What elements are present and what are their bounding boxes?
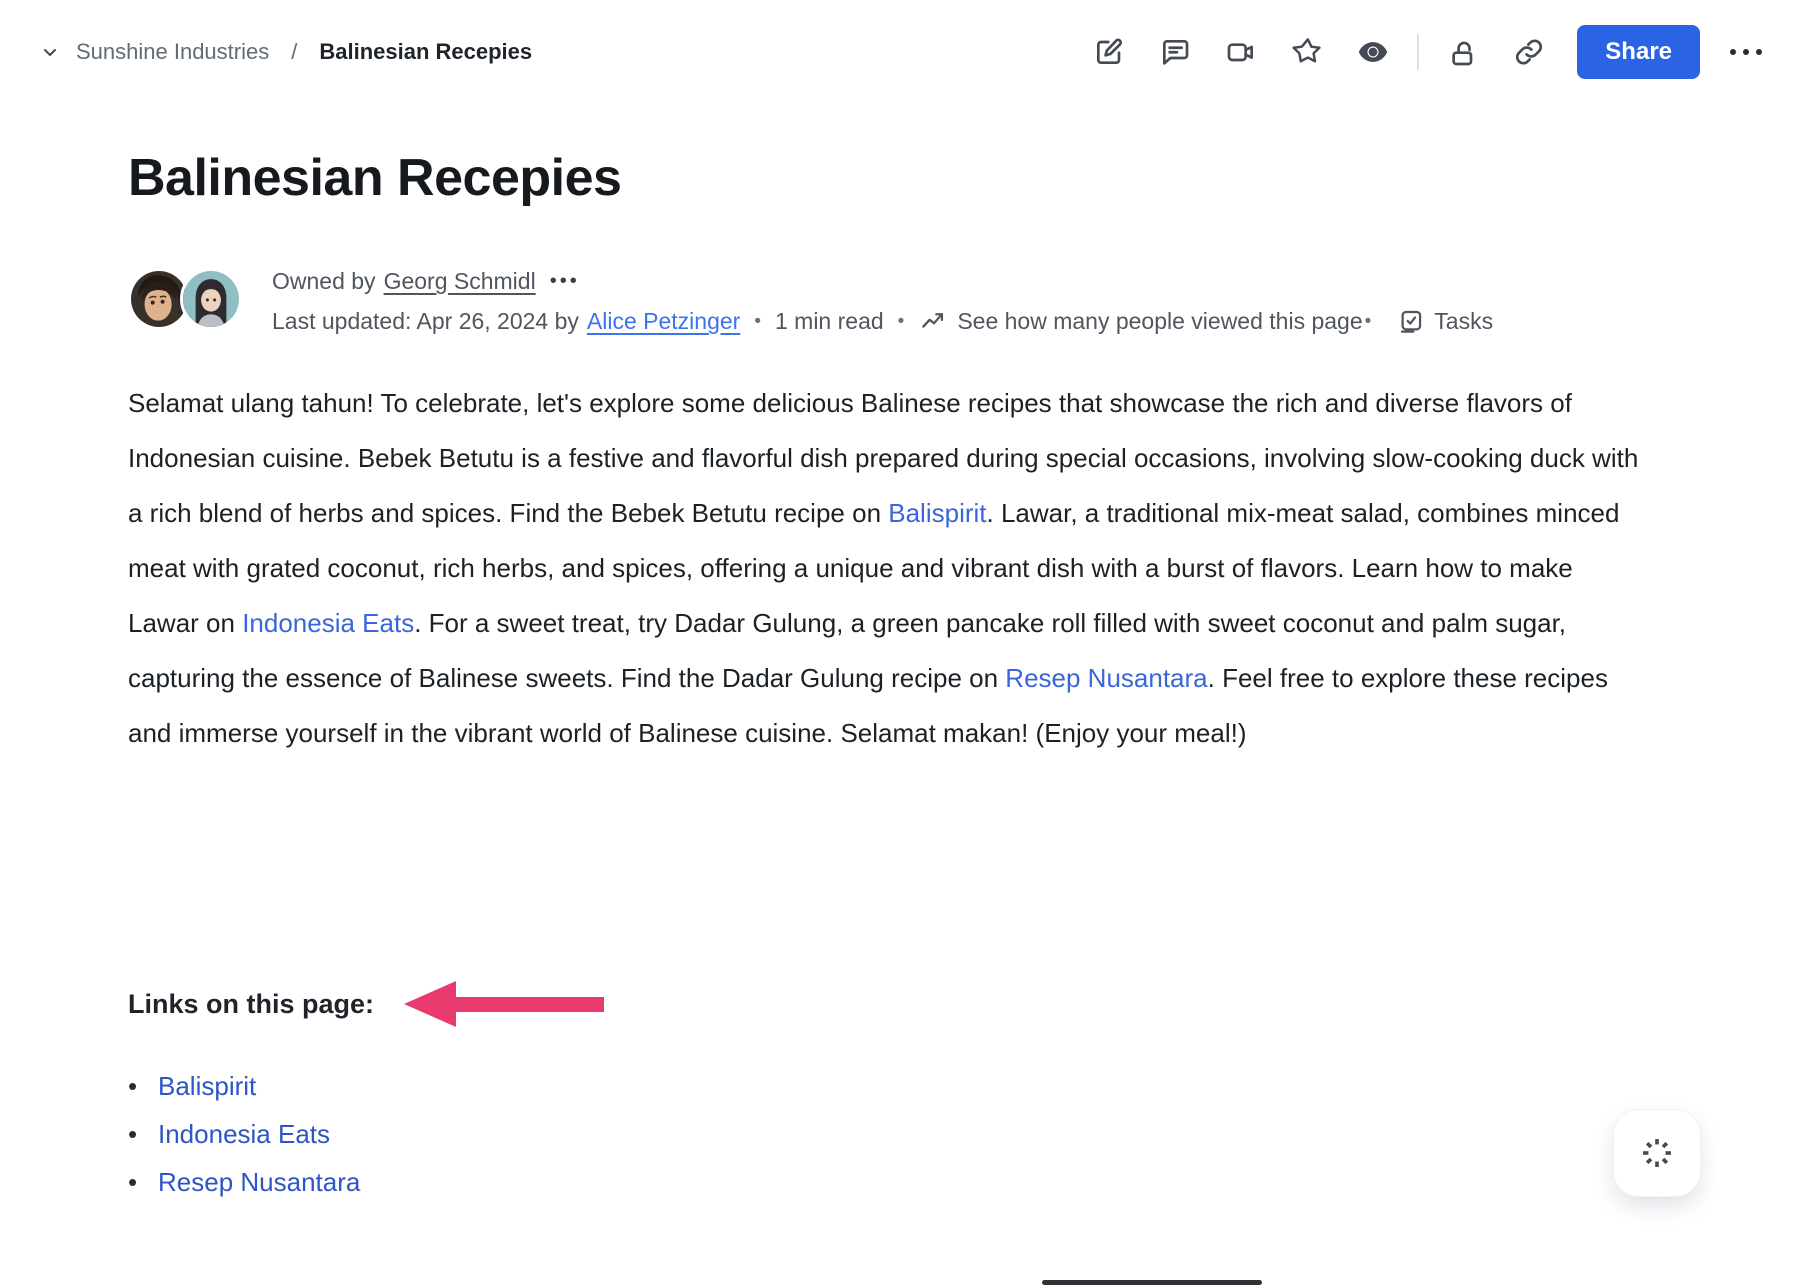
links-list: •Balispirit•Indonesia Eats•Resep Nusanta… bbox=[128, 1062, 604, 1206]
views-link[interactable]: See how many people viewed this page • bbox=[920, 308, 1371, 335]
breadcrumb-space[interactable]: Sunshine Industries bbox=[76, 39, 269, 65]
more-menu-icon[interactable] bbox=[1726, 39, 1766, 65]
avatar-group bbox=[128, 266, 246, 332]
bullet-dot: • bbox=[128, 1071, 158, 1102]
star-icon[interactable] bbox=[1285, 30, 1329, 74]
byline-owner-row: Owned by Georg Schmidl ••• bbox=[272, 268, 1493, 295]
owner-more-icon[interactable]: ••• bbox=[550, 270, 580, 293]
floating-action-button[interactable] bbox=[1614, 1110, 1700, 1196]
page-link[interactable]: Indonesia Eats bbox=[158, 1119, 330, 1150]
page-title: Balinesian Recepies bbox=[128, 148, 621, 208]
top-bar: Sunshine Industries / Balinesian Recepie… bbox=[38, 0, 1766, 104]
edit-icon[interactable] bbox=[1087, 30, 1131, 74]
bullet-dot: • bbox=[128, 1167, 158, 1198]
video-icon[interactable] bbox=[1219, 30, 1263, 74]
byline: Owned by Georg Schmidl ••• Last updated:… bbox=[128, 266, 1493, 335]
toolbar-divider bbox=[1417, 34, 1419, 70]
breadcrumb-separator: / bbox=[291, 39, 297, 65]
confluence-page: Sunshine Industries / Balinesian Recepie… bbox=[0, 0, 1802, 1286]
list-item: •Indonesia Eats bbox=[128, 1110, 604, 1158]
unlock-icon[interactable] bbox=[1441, 30, 1485, 74]
bullet-dot: • bbox=[128, 1119, 158, 1150]
toolbar: Share bbox=[1065, 25, 1766, 79]
share-button[interactable]: Share bbox=[1577, 25, 1700, 79]
views-suffix-dot: • bbox=[1365, 311, 1372, 333]
watch-icon[interactable] bbox=[1351, 30, 1395, 74]
links-heading: Links on this page: bbox=[128, 989, 374, 1020]
tasks-icon bbox=[1397, 308, 1424, 335]
inline-link[interactable]: Indonesia Eats bbox=[242, 608, 414, 638]
page-link[interactable]: Resep Nusantara bbox=[158, 1167, 360, 1198]
inline-link[interactable]: Resep Nusantara bbox=[1005, 663, 1207, 693]
list-item: •Balispirit bbox=[128, 1062, 604, 1110]
owned-by-label: Owned by bbox=[272, 268, 376, 295]
breadcrumb: Sunshine Industries / Balinesian Recepie… bbox=[38, 39, 532, 65]
inline-link[interactable]: Balispirit bbox=[888, 498, 986, 528]
page-link[interactable]: Balispirit bbox=[158, 1071, 256, 1102]
byline-text: Owned by Georg Schmidl ••• Last updated:… bbox=[272, 266, 1493, 335]
tasks-link[interactable]: Tasks bbox=[1397, 308, 1493, 335]
separator-dot: • bbox=[898, 311, 905, 333]
read-time: 1 min read bbox=[775, 308, 884, 335]
list-item: •Resep Nusantara bbox=[128, 1158, 604, 1206]
separator-dot: • bbox=[754, 311, 761, 333]
body-paragraph: Selamat ulang tahun! To celebrate, let's… bbox=[128, 376, 1640, 761]
link-icon[interactable] bbox=[1507, 30, 1551, 74]
owner-link[interactable]: Georg Schmidl bbox=[384, 268, 536, 295]
avatar-alice[interactable] bbox=[180, 268, 242, 330]
views-label: See how many people viewed this page bbox=[957, 308, 1362, 335]
annotation-arrow bbox=[404, 980, 604, 1028]
bottom-scroll-indicator[interactable] bbox=[1042, 1280, 1262, 1285]
editor-link[interactable]: Alice Petzinger bbox=[587, 308, 740, 335]
last-updated-label: Last updated: Apr 26, 2024 by bbox=[272, 308, 579, 335]
tasks-label: Tasks bbox=[1434, 308, 1493, 335]
byline-meta-row: Last updated: Apr 26, 2024 by Alice Petz… bbox=[272, 308, 1493, 335]
loading-spinner-icon bbox=[1638, 1134, 1676, 1172]
breadcrumb-page[interactable]: Balinesian Recepies bbox=[319, 39, 532, 65]
chevron-down-icon[interactable] bbox=[38, 40, 62, 64]
links-section: Links on this page: •Balispirit•Indonesi… bbox=[128, 980, 604, 1206]
comment-icon[interactable] bbox=[1153, 30, 1197, 74]
trend-chart-icon bbox=[920, 308, 947, 335]
